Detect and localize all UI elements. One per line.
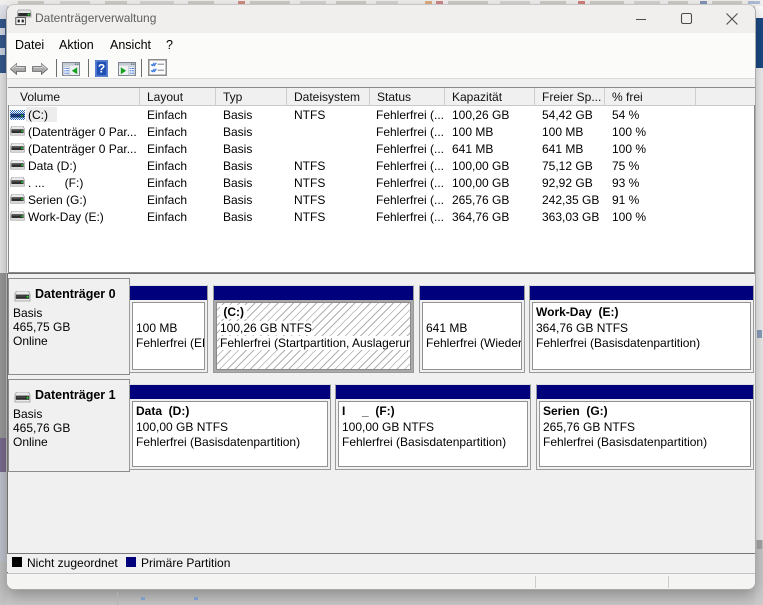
svg-text:?: ? [98,62,105,76]
